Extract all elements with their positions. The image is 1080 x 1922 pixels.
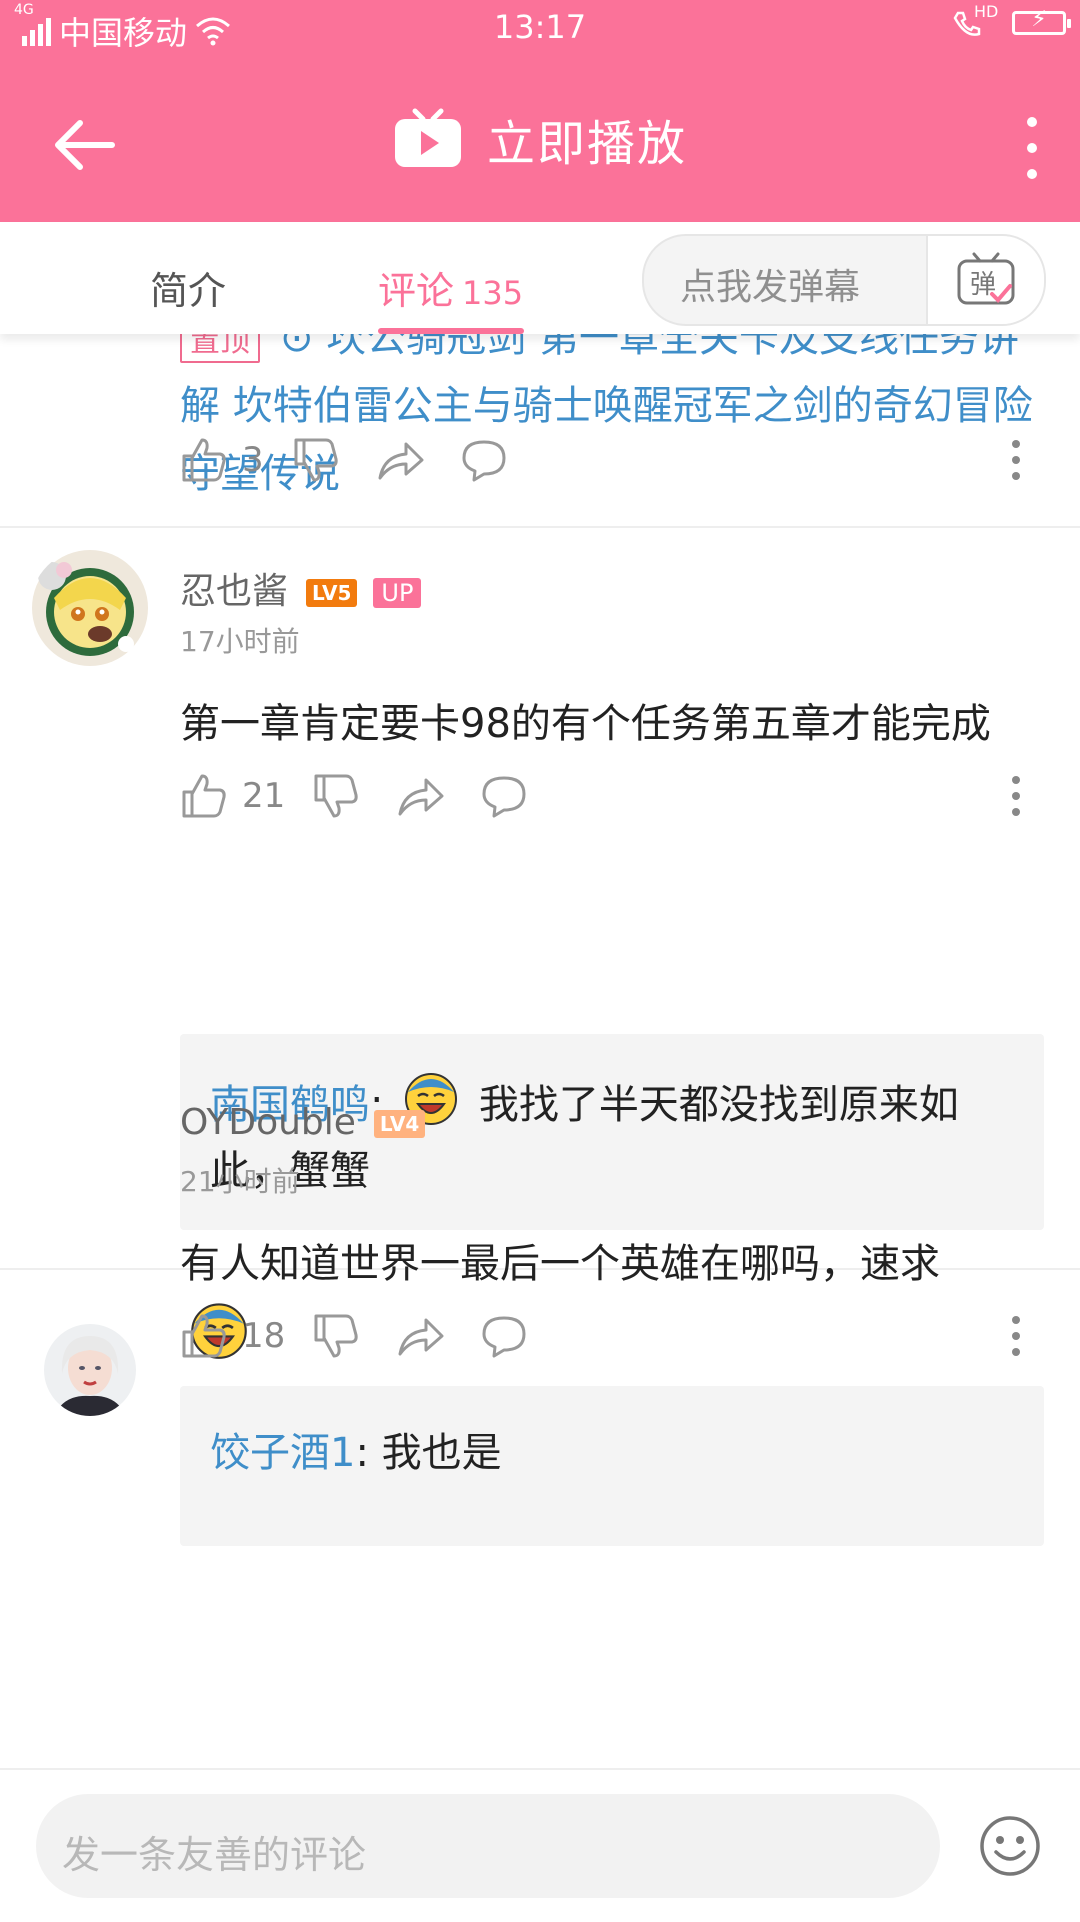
pinned-action-row: 3 — [180, 430, 1040, 490]
page-title: 立即播放 — [486, 116, 687, 172]
comment-user: 忍也酱 LV5 UP — [180, 562, 422, 614]
active-tab-indicator — [378, 328, 524, 334]
comment-time: 21小时前 — [180, 1165, 300, 1198]
comment-action-row: 18 — [180, 1306, 1040, 1366]
divider — [0, 526, 1080, 528]
dislike-icon[interactable] — [292, 436, 340, 484]
hd-label: HD — [974, 2, 999, 21]
like-count: 3 — [242, 440, 264, 480]
share-icon[interactable] — [396, 772, 444, 820]
like-icon[interactable] — [180, 772, 228, 820]
app-bar: 立即播放 — [0, 58, 1080, 222]
share-icon[interactable] — [376, 436, 424, 484]
comment-more-icon[interactable] — [1006, 436, 1026, 484]
emoji-picker-icon[interactable] — [978, 1814, 1042, 1878]
more-vertical-icon[interactable] — [1012, 108, 1052, 188]
dislike-icon[interactable] — [312, 1312, 360, 1360]
danmu-bar: 点我发弹幕 弹 — [642, 234, 1046, 326]
comment-action-row: 21 — [180, 766, 1040, 826]
pinned-tag: 置顶 — [180, 334, 260, 363]
comment-more-icon[interactable] — [1006, 1312, 1026, 1360]
user-photo-avatar — [44, 1324, 136, 1416]
username[interactable]: 忍也酱 — [180, 571, 288, 612]
status-bar: 4G 中国移动 13:17 HD ⚡ — [0, 0, 1080, 58]
level-badge: LV4 — [373, 1110, 426, 1138]
comment-compose-bar: 发一条友善的评论 — [0, 1768, 1080, 1922]
reply-preview[interactable]: 饺子酒1: 我也是 — [180, 1386, 1044, 1546]
like-count: 21 — [242, 776, 286, 816]
play-now-button[interactable]: 立即播放 — [0, 104, 1080, 174]
reply-icon[interactable] — [460, 436, 508, 484]
avatar[interactable] — [44, 1324, 136, 1416]
tab-bar: 简介 评论 135 点我发弹幕 弹 — [0, 222, 1080, 334]
username[interactable]: OYDouble — [180, 1102, 356, 1143]
tab-comments[interactable]: 评论 135 — [378, 260, 523, 315]
comment-more-icon[interactable] — [1006, 772, 1026, 820]
comment-list[interactable]: 置顶 ⊙ 坎公骑冠剑 第一章全关卡及支线任务讲解 坎特伯雷公主与骑士唤醒冠军之剑的… — [0, 334, 1080, 1768]
dislike-icon[interactable] — [312, 772, 360, 820]
danmu-input[interactable]: 点我发弹幕 — [680, 258, 860, 310]
comment-text-body: 有人知道世界一最后一个英雄在哪吗，速求 — [180, 1241, 940, 1287]
like-count: 18 — [242, 1316, 286, 1356]
like-icon[interactable] — [180, 1312, 228, 1360]
level-badge: LV5 — [306, 579, 358, 607]
comment-time: 17小时前 — [180, 625, 300, 658]
comment-input-placeholder: 发一条友善的评论 — [62, 1833, 367, 1877]
tv-play-icon — [394, 108, 461, 167]
reply-icon[interactable] — [480, 772, 528, 820]
hd-call-icon: HD — [952, 2, 998, 40]
comment-count: 135 — [462, 274, 524, 312]
reply-separator: : — [355, 1430, 369, 1476]
comment-user: OYDouble LV4 — [180, 1102, 426, 1143]
comment-text: 第一章肯定要卡98的有个任务第五章才能完成 — [180, 701, 991, 747]
battery-icon: ⚡ — [1012, 7, 1071, 35]
anime-avatar-image — [32, 550, 148, 666]
tab-comments-label: 评论 — [378, 269, 455, 313]
reply-text: 我也是 — [381, 1430, 502, 1476]
comment-input[interactable]: 发一条友善的评论 — [36, 1794, 940, 1898]
reply-icon[interactable] — [480, 1312, 528, 1360]
reply-username[interactable]: 饺子酒1 — [210, 1430, 355, 1476]
up-badge: UP — [373, 578, 422, 608]
danmu-button-label: 弹 — [970, 270, 997, 300]
share-icon[interactable] — [396, 1312, 444, 1360]
tab-intro[interactable]: 简介 — [150, 260, 226, 315]
like-icon[interactable] — [180, 436, 228, 484]
clock: 13:17 — [493, 8, 587, 46]
avatar[interactable] — [30, 548, 150, 668]
danmu-send-button[interactable]: 弹 — [926, 236, 1044, 324]
